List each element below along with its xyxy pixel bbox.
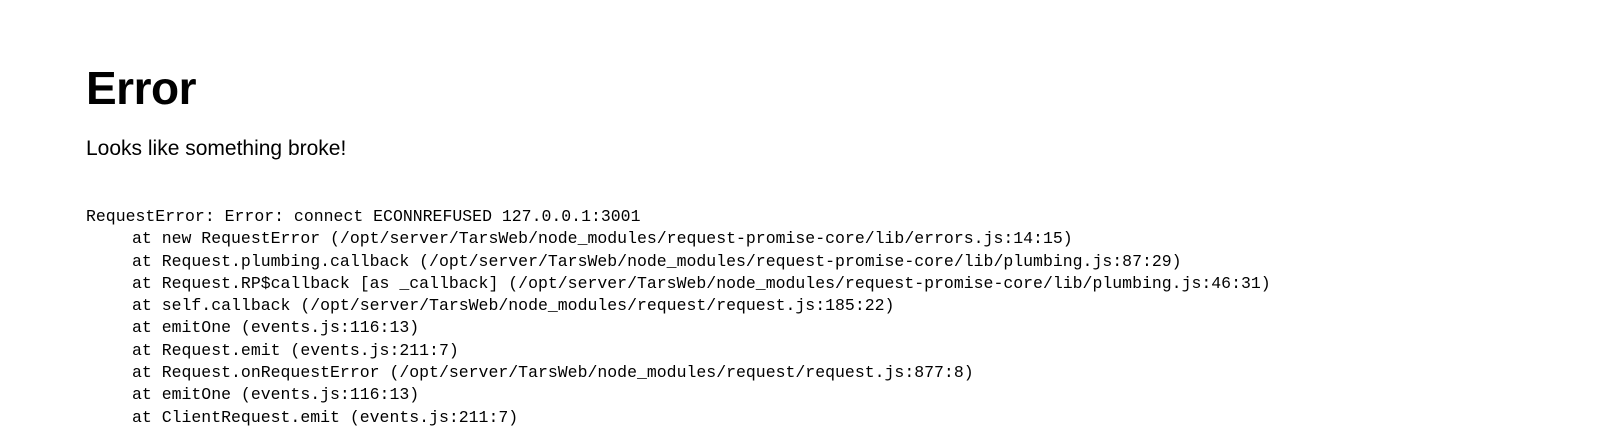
- stack-trace-header: RequestError: Error: connect ECONNREFUSE…: [86, 207, 641, 226]
- stack-frame: at ClientRequest.emit (events.js:211:7): [132, 407, 519, 427]
- stack-frame: at emitOne (events.js:116:13): [132, 385, 420, 405]
- stack-frame: at Request.plumbing.callback (/opt/serve…: [132, 251, 1182, 271]
- stack-frame: at Request.emit (events.js:211:7): [132, 340, 459, 360]
- stack-frame: at Request.onRequestError (/opt/server/T…: [132, 363, 974, 383]
- error-page: Error Looks like something broke! Reques…: [0, 0, 1600, 434]
- stack-frame: at Request.RP$callback [as _callback] (/…: [132, 273, 1271, 293]
- stack-frame: at self.callback (/opt/server/TarsWeb/no…: [132, 296, 895, 316]
- stack-frame: at new RequestError (/opt/server/TarsWeb…: [132, 229, 1073, 249]
- stack-frame: at emitOne (events.js:116:13): [132, 318, 420, 338]
- page-title: Error: [86, 62, 196, 114]
- stack-trace: RequestError: Error: connect ECONNREFUSE…: [86, 206, 1600, 429]
- error-message: Looks like something broke!: [86, 137, 347, 160]
- error-content: Error Looks like something broke! Reques…: [86, 60, 1600, 429]
